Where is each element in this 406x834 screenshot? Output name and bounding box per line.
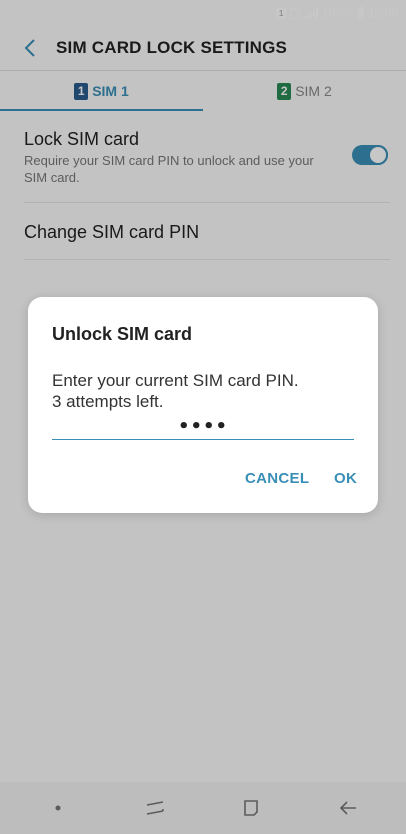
dialog-message-line-1: Enter your current SIM card PIN. [52,371,299,390]
dialog-title: Unlock SIM card [52,324,193,344]
unlock-sim-dialog: Unlock SIM card Enter your current SIM c… [28,297,378,513]
ok-button[interactable]: OK [334,470,357,487]
cancel-button[interactable]: CANCEL [245,470,309,487]
dialog-message: Enter your current SIM card PIN. 3 attem… [52,370,352,412]
pin-input[interactable] [52,413,354,440]
attempts-left-text: 3 attempts left. [52,392,164,411]
